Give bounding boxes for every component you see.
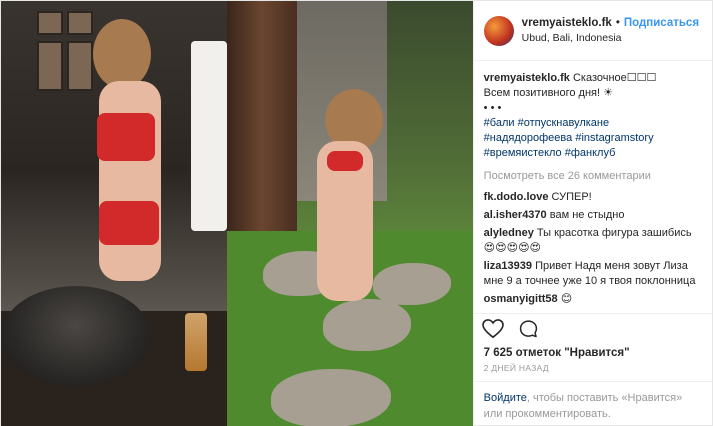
stepping-stone (373, 263, 452, 305)
comment-item: al.isher4370 вам не стыдно (484, 208, 702, 223)
wall-frame (67, 41, 93, 91)
header-username[interactable]: vremyaisteklo.fk (522, 17, 612, 29)
post-timestamp: 2 ДНЕЙ НАЗАД (483, 363, 549, 373)
comment-item: alyledney Ты красотка фигура зашибись 😍😍… (484, 226, 702, 256)
person (99, 81, 161, 281)
hashtag-link[interactable]: #отпускнавулкане (518, 117, 610, 129)
hashtag-link[interactable]: #фанклуб (565, 147, 616, 159)
caption-line2: Всем позитивного дня! ☀ (483, 87, 613, 99)
hashtag-link[interactable]: #времяистекло (484, 147, 562, 159)
bikini-top (327, 151, 364, 171)
wall-frame (37, 41, 63, 91)
bikini-bottom (99, 201, 159, 245)
comment-username[interactable]: alyledney (484, 227, 534, 239)
login-prompt: Войдите, чтобы поставить «Нравится» или … (473, 381, 712, 426)
comments-section: vremyaisteklo.fk Сказочное☐☐☐ Всем позит… (474, 61, 712, 313)
sink (1, 286, 151, 386)
separator-dot: • (615, 17, 620, 29)
heart-outline-icon[interactable] (481, 319, 504, 342)
bikini-top (97, 113, 155, 161)
comment-item: fk.dodo.love СУПЕР! (484, 190, 702, 205)
post-header: vremyaisteklo.fk • Подписаться Ubud, Bal… (473, 1, 712, 61)
photo-right-garden (227, 1, 473, 426)
towel (191, 41, 227, 231)
action-bar (473, 313, 712, 347)
likes-count[interactable]: 7 625 отметок "Нравится" (474, 347, 712, 359)
caption-hashtags: #бали #отпускнавулкане #надядорофеева #i… (484, 116, 702, 161)
post-photo[interactable] (1, 1, 473, 426)
caption-text: Сказочное☐☐☐ (572, 72, 657, 84)
comment-text: вам не стыдно (549, 209, 625, 221)
comment-item: osmanyigitt58 😊 (484, 292, 702, 307)
comment-username[interactable]: fk.dodo.love (484, 191, 549, 203)
stepping-stone (271, 369, 392, 426)
wall-frame (37, 11, 63, 35)
bottle (185, 313, 207, 371)
comment-text: 😊 (560, 293, 573, 305)
comment-text: СУПЕР! (551, 191, 592, 203)
instagram-post: vremyaisteklo.fk • Подписаться Ubud, Bal… (0, 0, 713, 426)
hair (93, 19, 151, 89)
comment-username[interactable]: al.isher4370 (484, 209, 547, 221)
view-all-comments-link[interactable]: Посмотреть все 26 комментарии (484, 169, 702, 184)
caption-username[interactable]: vremyaisteklo.fk (484, 72, 570, 84)
wooden-door (227, 1, 298, 251)
hashtag-link[interactable]: #instagramstory (575, 132, 653, 144)
location-link[interactable]: Ubud, Bali, Indonesia (522, 32, 699, 44)
stepping-stone (323, 299, 412, 351)
comment-bubble-icon[interactable] (518, 319, 539, 342)
login-link[interactable]: Войдите (484, 392, 527, 404)
hashtag-link[interactable]: #надядорофеева (484, 132, 573, 144)
post-side-panel: vremyaisteklo.fk • Подписаться Ubud, Bal… (472, 1, 712, 426)
wall-frame (67, 11, 93, 35)
comment-username[interactable]: liza13939 (484, 260, 532, 272)
comment-item: liza13939 Привет Надя меня зовут Лиза мн… (484, 259, 702, 289)
avatar[interactable] (483, 15, 514, 46)
caption-line3: • • • (483, 102, 502, 114)
hashtag-link[interactable]: #бали (484, 117, 515, 129)
comment-username[interactable]: osmanyigitt58 (484, 293, 558, 305)
follow-button[interactable]: Подписаться (624, 17, 699, 29)
photo-left-bathroom-selfie (1, 1, 228, 426)
caption: vremyaisteklo.fk Сказочное☐☐☐ Всем позит… (484, 71, 702, 161)
